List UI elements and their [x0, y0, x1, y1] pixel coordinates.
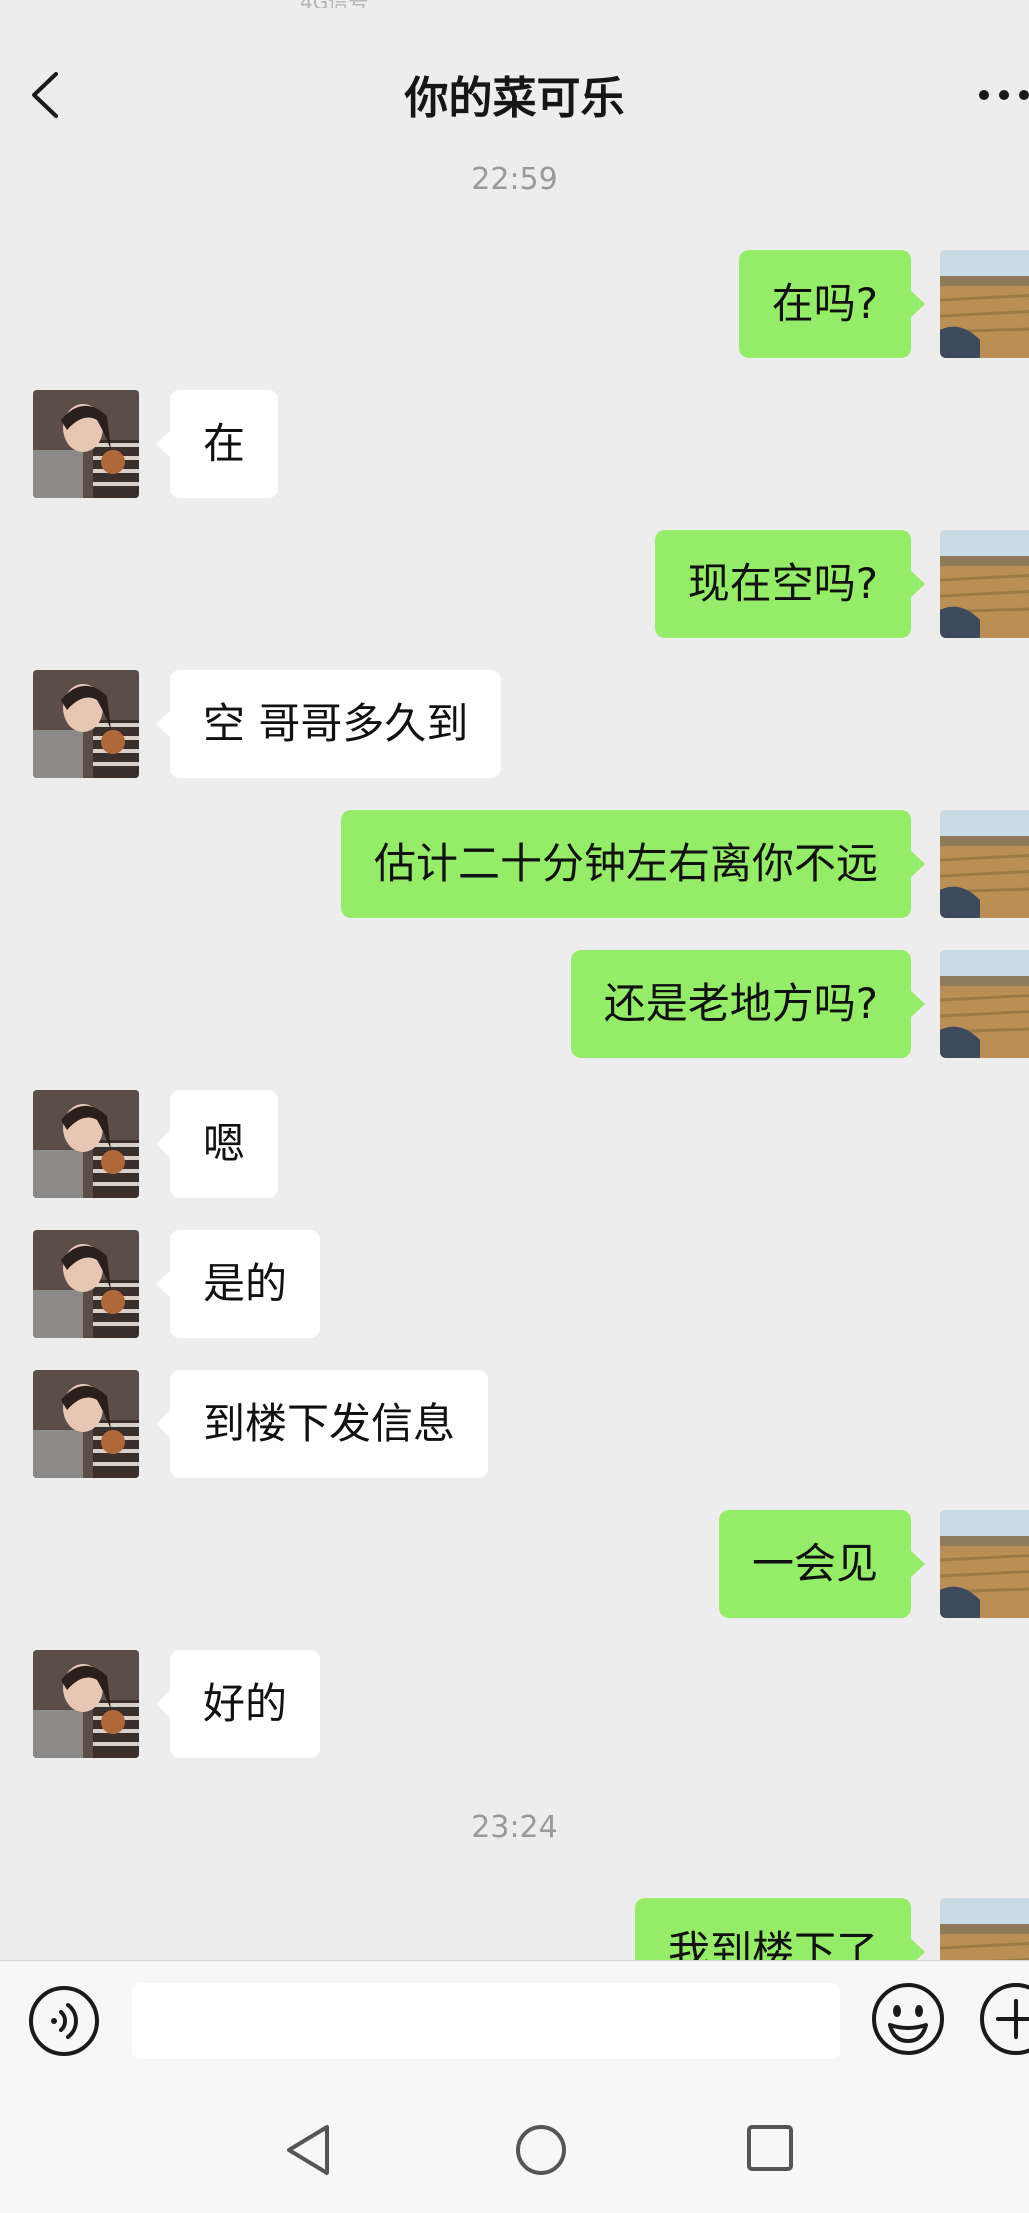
message-row: 我到楼下了 [0, 1898, 1029, 1960]
contact-avatar[interactable] [33, 1230, 139, 1338]
contact-avatar[interactable] [33, 670, 139, 778]
contact-avatar[interactable] [33, 1090, 139, 1198]
my-avatar[interactable] [940, 1898, 1029, 1960]
contact-avatar[interactable] [33, 390, 139, 498]
message-row: 还是老地方吗? [0, 950, 1029, 1058]
message-row: 到楼下发信息 [0, 1370, 1029, 1478]
square-recent-icon[interactable] [745, 2123, 795, 2173]
outgoing-bubble[interactable]: 现在空吗? [654, 530, 926, 638]
message-row: 估计二十分钟左右离你不远 [0, 810, 1029, 918]
timestamp: 23:24 [471, 1810, 558, 1845]
message-row: 现在空吗? [0, 530, 1029, 638]
circle-home-icon[interactable] [514, 2123, 568, 2177]
incoming-bubble[interactable]: 在 [155, 390, 279, 498]
message-row: 在吗? [0, 250, 1029, 358]
my-avatar[interactable] [940, 950, 1029, 1058]
message-row: 嗯 [0, 1090, 1029, 1198]
my-avatar[interactable] [940, 810, 1029, 918]
plus-icon[interactable] [978, 1981, 1029, 2057]
incoming-bubble[interactable]: 好的 [155, 1650, 321, 1758]
incoming-bubble[interactable]: 是的 [155, 1230, 321, 1338]
message-row: 一会见 [0, 1510, 1029, 1618]
my-avatar[interactable] [940, 250, 1029, 358]
contact-avatar[interactable] [33, 1370, 139, 1478]
outgoing-bubble[interactable]: 估计二十分钟左右离你不远 [340, 810, 926, 918]
message-row: 空 哥哥多久到 [0, 670, 1029, 778]
timestamp: 22:59 [471, 162, 558, 197]
incoming-bubble[interactable]: 空 哥哥多久到 [155, 670, 502, 778]
chat-title: 你的菜可乐 [404, 73, 625, 124]
my-avatar[interactable] [940, 530, 1029, 638]
status-bar-remnant: 4G信号 [300, 0, 440, 8]
incoming-bubble[interactable]: 到楼下发信息 [155, 1370, 489, 1478]
chat-area[interactable]: 你的菜可乐 4G信号 22:59 在吗? 在 现在空吗? 空 哥哥多久到 估计二… [0, 0, 1029, 1960]
my-avatar[interactable] [940, 1510, 1029, 1618]
outgoing-bubble[interactable]: 还是老地方吗? [570, 950, 926, 1058]
outgoing-bubble[interactable]: 在吗? [738, 250, 926, 358]
contact-avatar[interactable] [33, 1650, 139, 1758]
outgoing-bubble[interactable]: 一会见 [718, 1510, 926, 1618]
incoming-bubble[interactable]: 嗯 [155, 1090, 279, 1198]
outgoing-bubble[interactable]: 我到楼下了 [634, 1898, 926, 1960]
message-row: 是的 [0, 1230, 1029, 1338]
message-input[interactable] [132, 1983, 840, 2059]
voice-icon[interactable] [28, 1985, 100, 2057]
message-row: 好的 [0, 1650, 1029, 1758]
input-bar [0, 1960, 1029, 2079]
triangle-back-icon[interactable] [283, 2123, 333, 2177]
message-row: 在 [0, 390, 1029, 498]
system-nav-bar [0, 2079, 1029, 2213]
more-horizontal-icon[interactable] [976, 80, 1029, 110]
chat-header: 你的菜可乐 [0, 0, 1029, 160]
emoji-icon[interactable] [870, 1981, 946, 2057]
